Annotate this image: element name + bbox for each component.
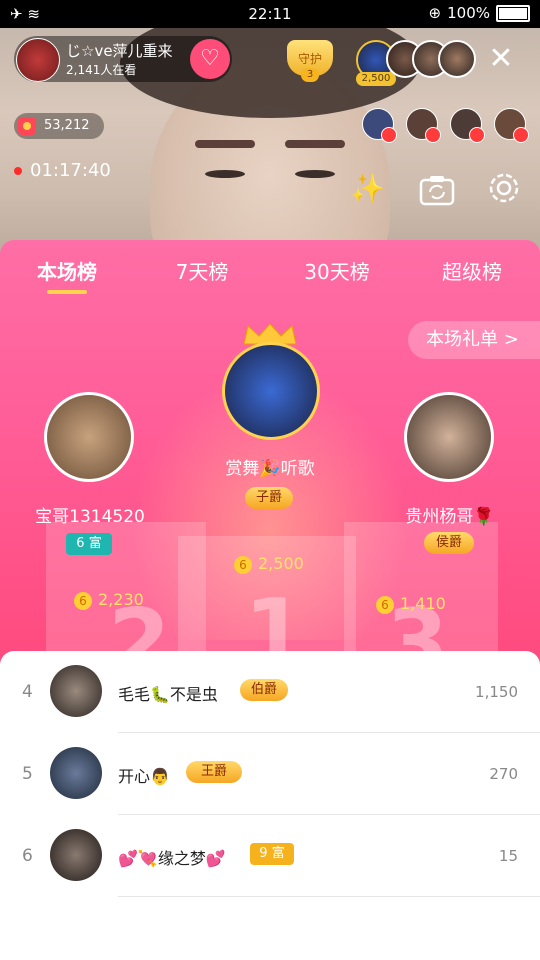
first-place-badge: 子爵 — [245, 487, 293, 509]
user-name: 毛毛🐛不是虫 — [118, 685, 218, 704]
guard-avatar[interactable] — [450, 108, 485, 143]
guard-avatar[interactable] — [406, 108, 441, 143]
left-brow — [195, 140, 255, 148]
magic-wand-icon[interactable]: ✨ — [350, 172, 386, 208]
coin-icon: 6 — [74, 591, 92, 610]
coin-icon — [18, 117, 36, 135]
host-name: じ☆ve萍儿重来 — [66, 42, 173, 60]
second-place-avatar[interactable] — [44, 392, 134, 482]
gift-list-button[interactable]: 本场礼单 > — [408, 321, 540, 359]
status-bar: ✈ ︎≋ 22:11 ⊕ 100% — [0, 0, 540, 28]
guard-label: 守护 — [297, 52, 322, 66]
guard-count: 3 — [301, 68, 319, 82]
host-chip[interactable]: じ☆ve萍儿重来 2,141人在看 ♡ — [14, 36, 232, 82]
viewer-count: 2,141人在看 — [66, 63, 137, 77]
third-place-name: 贵州杨哥🌹 — [405, 507, 495, 527]
user-name: 💕💘缘之梦💕 — [118, 849, 226, 868]
avatar[interactable] — [50, 747, 102, 799]
camera-flip-icon[interactable] — [418, 172, 456, 208]
contribution-value: 15 — [498, 847, 518, 865]
divider — [118, 896, 540, 897]
viewer-avatar[interactable] — [438, 40, 476, 78]
tab-current-session[interactable]: 本场榜 — [12, 256, 122, 294]
rank-number: 4 — [22, 682, 33, 702]
contribution-value: 1,150 — [475, 683, 518, 701]
active-tab-indicator — [47, 290, 87, 294]
coin-counter[interactable]: 53,212 — [14, 113, 104, 139]
guard-avatar[interactable] — [494, 108, 529, 143]
coin-icon: 6 — [234, 555, 252, 574]
rotation-lock-icon: ⊕ — [428, 4, 442, 22]
avatar[interactable] — [50, 665, 102, 717]
ranking-tabs: 本场榜 7天榜 30天榜 超级榜 — [0, 240, 540, 298]
recording-dot — [14, 167, 22, 175]
third-place-avatar[interactable] — [404, 392, 494, 482]
list-item[interactable]: 6 💕💘缘之梦💕 9 富 15 — [0, 815, 540, 897]
second-place-badge: 6 富 — [66, 533, 112, 555]
rich-badge: 9 富 — [250, 843, 294, 865]
first-place-name: 赏舞🎉听歌 — [225, 459, 315, 479]
tab-super[interactable]: 超级榜 — [417, 256, 527, 285]
second-place-name: 宝哥1314520 — [35, 507, 145, 527]
host-avatar[interactable] — [16, 38, 60, 82]
contribution-value: 270 — [489, 765, 518, 783]
heart-plus-icon[interactable]: ♡ — [190, 39, 230, 79]
top-viewer-score: 2,500 — [356, 72, 396, 86]
second-place-score: 6 2,230 — [74, 590, 144, 610]
tab-30-days[interactable]: 30天榜 — [282, 256, 392, 285]
first-place-avatar[interactable] — [222, 342, 320, 440]
guard-avatar[interactable] — [362, 108, 397, 143]
tab-7-days[interactable]: 7天榜 — [147, 256, 257, 285]
third-place-badge: 侯爵 — [424, 532, 474, 554]
list-item[interactable]: 5 开心👨 王爵 270 — [0, 733, 540, 815]
coin-value: 53,212 — [44, 118, 90, 133]
first-place-score: 6 2,500 — [234, 554, 304, 574]
guard-avatars[interactable] — [362, 108, 532, 144]
gear-icon[interactable] — [486, 170, 522, 206]
avatar[interactable] — [50, 829, 102, 881]
rank-badge: 伯爵 — [240, 679, 288, 701]
third-place-score: 6 1,410 — [376, 594, 446, 614]
status-right: ⊕ 100% — [429, 4, 530, 22]
battery-icon — [496, 4, 530, 22]
right-eye — [295, 170, 335, 178]
timer-text: 01:17:40 — [30, 160, 111, 181]
right-brow — [285, 140, 345, 148]
ranking-list: 4 毛毛🐛不是虫 伯爵 1,150 5 开心👨 王爵 270 6 💕💘缘之梦💕 … — [0, 651, 540, 960]
rank-number: 6 — [22, 846, 33, 866]
close-icon[interactable]: ✕ — [488, 44, 514, 74]
coin-icon: 6 — [376, 595, 394, 614]
ranking-panel: 本场榜 7天榜 30天榜 超级榜 本场礼单 > 2 1 3 赏舞🎉听歌 子爵 6… — [0, 240, 540, 960]
live-timer: 01:17:40 — [14, 160, 111, 181]
rank-badge: 王爵 — [186, 761, 242, 783]
battery-text: 100% — [447, 4, 490, 22]
rank-number: 5 — [22, 764, 33, 784]
list-item[interactable]: 4 毛毛🐛不是虫 伯爵 1,150 — [0, 651, 540, 733]
left-eye — [205, 170, 245, 178]
user-name: 开心👨 — [118, 767, 170, 786]
guard-badge[interactable]: 守护 3 — [287, 40, 333, 82]
